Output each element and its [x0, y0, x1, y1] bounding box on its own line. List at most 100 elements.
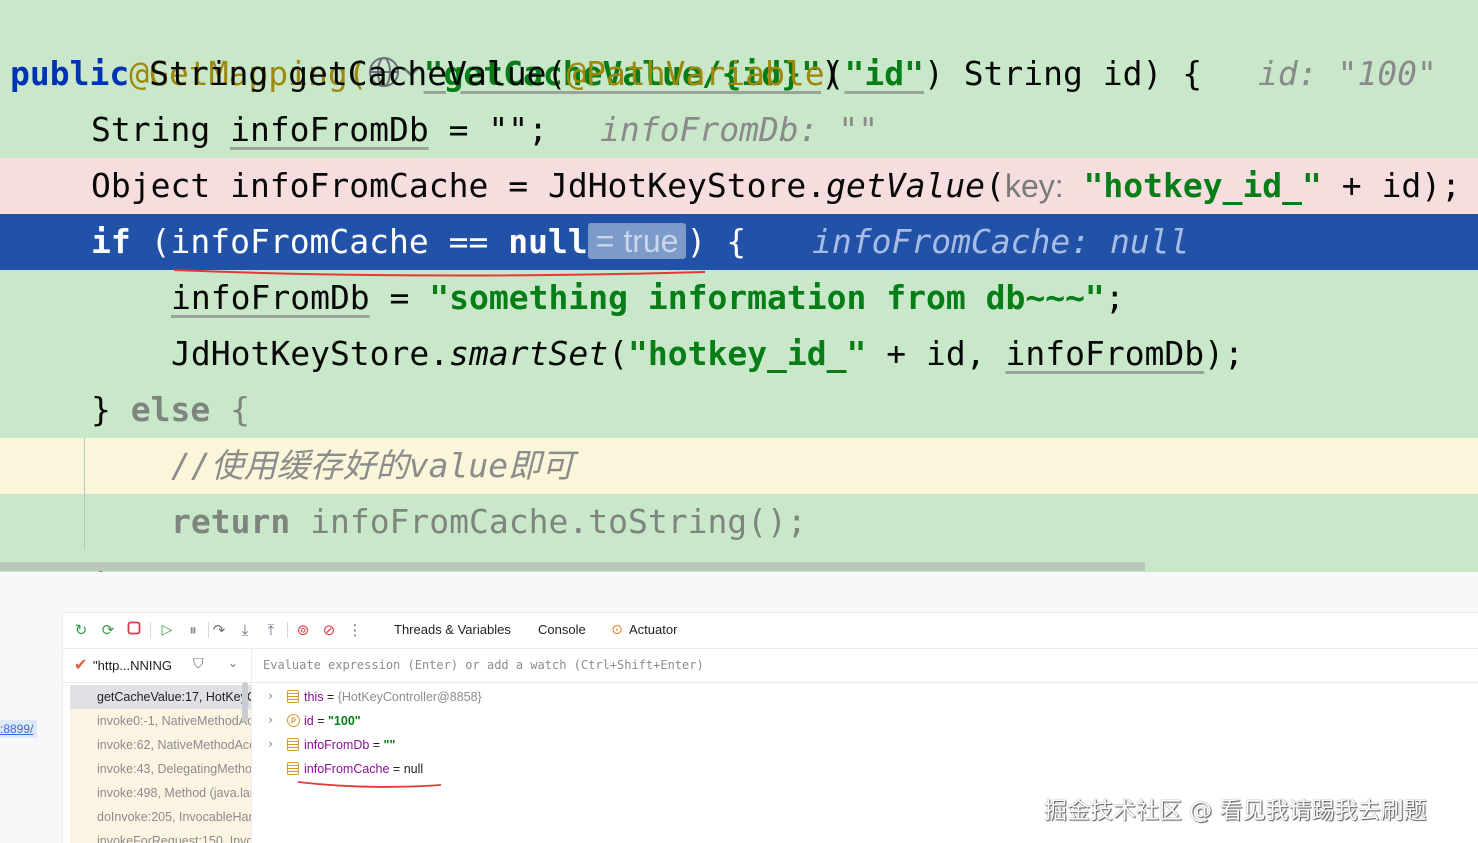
code-line-1[interactable]: @GetMapping("getCacheValue/{id}") — [0, 0, 1478, 93]
debug-toolbar: ↻ ⟳ ▷ ⏸ ↷ ⤓ ⤒ ⊚ ⊘ ⋮ Threads & Variables … — [62, 612, 1478, 649]
inline-value-infofromdb: infoFromDb: "" — [600, 110, 879, 149]
path-variable-string: "id" — [844, 54, 924, 93]
open-paren: ( — [824, 54, 845, 93]
red-underline-annotation — [297, 781, 442, 788]
code-line-5-current[interactable]: if (infoFromCache == null = true) { infoF… — [0, 214, 1478, 270]
db-info-string: "something information from db~~~" — [429, 278, 1105, 317]
field-icon — [287, 762, 299, 775]
param-icon: p — [287, 714, 300, 727]
key-prefix-string: "hotkey_id_" — [627, 334, 867, 373]
mute-breakpoints-icon[interactable]: ⊘ — [320, 621, 338, 639]
step-out-icon[interactable]: ⤒ — [262, 621, 280, 639]
open-paren: ( — [608, 334, 628, 373]
frames-scrollbar[interactable] — [242, 682, 248, 722]
toolbar-separator — [287, 622, 288, 638]
stop-icon[interactable] — [125, 621, 143, 639]
code-line-4-executed[interactable]: Object infoFromCache = JdHotKeyStore.get… — [0, 158, 1478, 214]
frame-item[interactable]: invoke:43, DelegatingMethodAccessorImpl — [70, 757, 252, 781]
filter-icon[interactable]: ⛉ — [193, 656, 204, 672]
variable-value: {HotKeyController@8858} — [337, 690, 482, 704]
assignment: = ""; — [428, 110, 548, 149]
chevron-down-icon[interactable]: ⌄ — [228, 656, 238, 670]
thread-selector[interactable]: ✔ "http...NNING ⛉ ⌄ — [62, 648, 252, 683]
rerun-debug-icon[interactable]: ⟳ — [99, 621, 117, 639]
resume-icon[interactable]: ▷ — [158, 621, 176, 639]
frames-list: getCacheValue:17, HotKeyController invok… — [62, 682, 252, 843]
condition-end: ) { — [686, 222, 747, 261]
annotation-pathvariable: @PathVariable — [566, 54, 825, 93]
smartset-call-prefix: JdHotKeyStore. — [171, 334, 450, 373]
equals: = — [313, 714, 328, 728]
rerun-icon[interactable]: ↻ — [72, 621, 90, 639]
indent-guide — [84, 438, 85, 550]
variable-name: infoFromCache — [304, 762, 390, 776]
field-icon — [287, 738, 299, 751]
evaluate-expression-field[interactable]: Evaluate expression (Enter) or add a wat… — [252, 648, 1478, 683]
comment: //使用缓存好的value即可 — [171, 446, 575, 485]
thread-name[interactable]: "http...NNING — [93, 658, 172, 673]
variable-infofromdb: infoFromDb — [1005, 334, 1205, 373]
code-line-6[interactable]: infoFromDb = "something information from… — [0, 270, 1478, 326]
inline-value-infofromcache: infoFromCache: null — [812, 222, 1190, 261]
code-editor[interactable]: @GetMapping("getCacheValue/{id}") public… — [0, 0, 1478, 572]
method-smartset: smartSet — [449, 334, 609, 373]
evaluate-placeholder: Evaluate expression (Enter) or add a wat… — [263, 658, 704, 672]
view-breakpoints-icon[interactable]: ⊚ — [294, 621, 312, 639]
server-url-link[interactable]: :8899/ — [0, 720, 38, 738]
code-line-10[interactable]: return infoFromCache.toString(); — [0, 494, 1478, 550]
code-line-9-comment[interactable]: //使用缓存好的value即可 — [0, 438, 1478, 494]
semicolon: ; — [1104, 278, 1125, 317]
frame-item[interactable]: getCacheValue:17, HotKeyController — [70, 685, 252, 709]
frame-item[interactable]: invoke0:-1, NativeMethodAccessorImpl — [70, 709, 252, 733]
smartset-call-suffix: ); — [1204, 334, 1244, 373]
debugger-header — [0, 572, 1478, 613]
return-expression: infoFromCache.toString(); — [290, 502, 807, 541]
variable-infofromdb: infoFromDb — [230, 110, 429, 149]
equals: = — [369, 738, 384, 752]
keyword-null: null — [508, 222, 588, 261]
else-brace: { — [210, 390, 250, 429]
watermark: 掘金技术社区 @ 看见我请踢我去刷题 — [1044, 798, 1427, 824]
frame-item[interactable]: invokeForRequest:150, InvocableHandlerMe… — [70, 829, 252, 843]
method-signature-end: ) String id) { — [923, 54, 1203, 93]
keyword-return: return — [171, 502, 291, 541]
frame-item[interactable]: invoke:498, Method (java.lang.reflect) — [70, 781, 252, 805]
services-strip: :8899/ — [0, 612, 63, 843]
code-line-2[interactable]: public String getCacheValue(@PathVariabl… — [0, 46, 1478, 102]
horizontal-scrollbar[interactable] — [0, 562, 1145, 571]
variable-name: id — [304, 714, 314, 728]
tab-threads-variables[interactable]: Threads & Variables — [394, 612, 511, 648]
getvalue-call-suffix: + id); — [1321, 166, 1461, 205]
keyword-if: if — [91, 222, 131, 261]
getvalue-call-prefix: Object infoFromCache = JdHotKeyStore. — [91, 166, 827, 205]
key-prefix-string: "hotkey_id_" — [1083, 166, 1322, 205]
frame-item[interactable]: invoke:62, NativeMethodAccessorImpl — [70, 733, 252, 757]
check-icon: ✔ — [74, 655, 88, 674]
code-line-7[interactable]: JdHotKeyStore.smartSet("hotkey_id_" + id… — [0, 326, 1478, 382]
more-icon[interactable]: ⋮ — [346, 621, 364, 639]
code-line-8[interactable]: } else { — [0, 382, 1478, 438]
chevron-right-icon[interactable]: › — [268, 709, 273, 733]
evaluated-result-badge[interactable]: = true — [587, 223, 687, 259]
equals: = — [389, 762, 404, 776]
parameter-hint-key: key: — [1004, 168, 1064, 204]
closing-brace: } — [91, 390, 131, 429]
variable-value: "" — [383, 738, 396, 752]
code-line-3[interactable]: String infoFromDb = ""; infoFromDb: "" — [0, 102, 1478, 158]
debugger-panel: :8899/ ↻ ⟳ ▷ ⏸ ↷ ⤓ ⤒ ⊚ ⊘ ⋮ Threads & Var… — [0, 572, 1478, 843]
step-over-icon[interactable]: ↷ — [210, 621, 228, 639]
step-into-icon[interactable]: ⤓ — [236, 621, 254, 639]
method-signature: String getCacheValue( — [129, 54, 567, 93]
tab-console[interactable]: Console — [538, 612, 586, 648]
tab-actuator[interactable]: Actuator — [629, 612, 677, 648]
keyword-public: public — [10, 54, 130, 93]
variable-value: "100" — [327, 714, 361, 728]
type-string: String — [91, 110, 231, 149]
frame-item[interactable]: doInvoke:205, InvocableHandlerMethod — [70, 805, 252, 829]
chevron-right-icon[interactable]: › — [268, 685, 273, 709]
pause-icon[interactable]: ⏸ — [184, 621, 202, 639]
condition: (infoFromCache == — [130, 222, 509, 261]
inline-value-id: id: "100" — [1258, 54, 1437, 93]
chevron-right-icon[interactable]: › — [268, 733, 273, 757]
variable-value: null — [403, 762, 424, 776]
